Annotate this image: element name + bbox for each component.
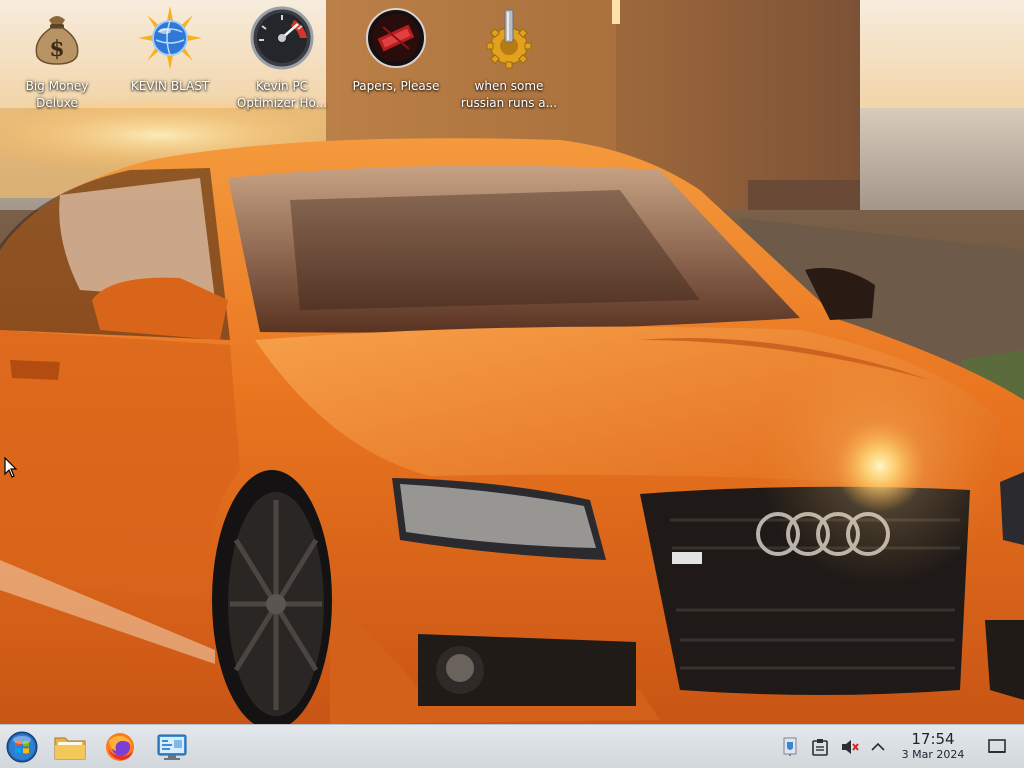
tray-security-button[interactable] (780, 737, 800, 757)
clipboard-icon (812, 739, 828, 756)
desktop-icon-label: KEVIN BLAST (130, 79, 210, 93)
desktop-icon-kevin-blast[interactable]: KEVIN BLAST (115, 6, 225, 114)
gear-icon (477, 6, 541, 70)
volume-muted-icon (842, 740, 859, 754)
globe-burst-icon (138, 6, 202, 70)
desktop-icon-label: Big Money Deluxe (25, 79, 89, 110)
desktop-icon-kevin-pc-optimizer[interactable]: Kevin PC Optimizer Ho... (227, 6, 337, 114)
desktop-icon-when-some-russian[interactable]: when some russian runs a... (454, 6, 564, 114)
desktop-icon-label: when some russian runs a... (460, 79, 558, 110)
svg-text:$: $ (49, 36, 64, 62)
money-bag-icon: $ (25, 6, 89, 70)
clock-time: 17:54 (911, 730, 955, 748)
speedometer-icon (250, 6, 314, 70)
desktop-icon-papers-please[interactable]: Papers, Please (341, 6, 451, 114)
desktop-icon-grid: $ Big Money Deluxe KEVIN BLAST Kevin PC … (0, 0, 1024, 120)
show-desktop-button[interactable] (987, 737, 1009, 757)
taskbar: 17:54 3 Mar 2024 (0, 724, 1024, 768)
taskbar-file-manager-button[interactable] (52, 729, 88, 765)
tray-clipboard-button[interactable] (810, 737, 830, 757)
tray-overflow-button[interactable] (868, 737, 888, 757)
firefox-icon (106, 733, 134, 761)
desktop-icon-big-money-deluxe[interactable]: $ Big Money Deluxe (2, 6, 112, 114)
start-button[interactable] (4, 729, 40, 765)
chevron-up-icon (871, 742, 885, 751)
tray-volume-button[interactable] (840, 737, 860, 757)
taskbar-firefox-button[interactable] (102, 729, 138, 765)
start-orb-icon (6, 731, 38, 763)
shield-icon (783, 737, 797, 756)
control-panel-icon (157, 734, 187, 760)
clock-date: 3 Mar 2024 (901, 748, 965, 761)
papers-please-icon (364, 6, 428, 70)
desktop-icon-label: Kevin PC Optimizer Ho... (236, 79, 328, 110)
show-desktop-icon (988, 739, 1006, 753)
desktop-icon-label: Papers, Please (352, 79, 440, 93)
mouse-cursor-icon (4, 457, 18, 478)
taskbar-clock[interactable]: 17:54 3 Mar 2024 (892, 730, 974, 764)
folder-icon (54, 737, 86, 760)
taskbar-control-panel-button[interactable] (154, 729, 190, 765)
